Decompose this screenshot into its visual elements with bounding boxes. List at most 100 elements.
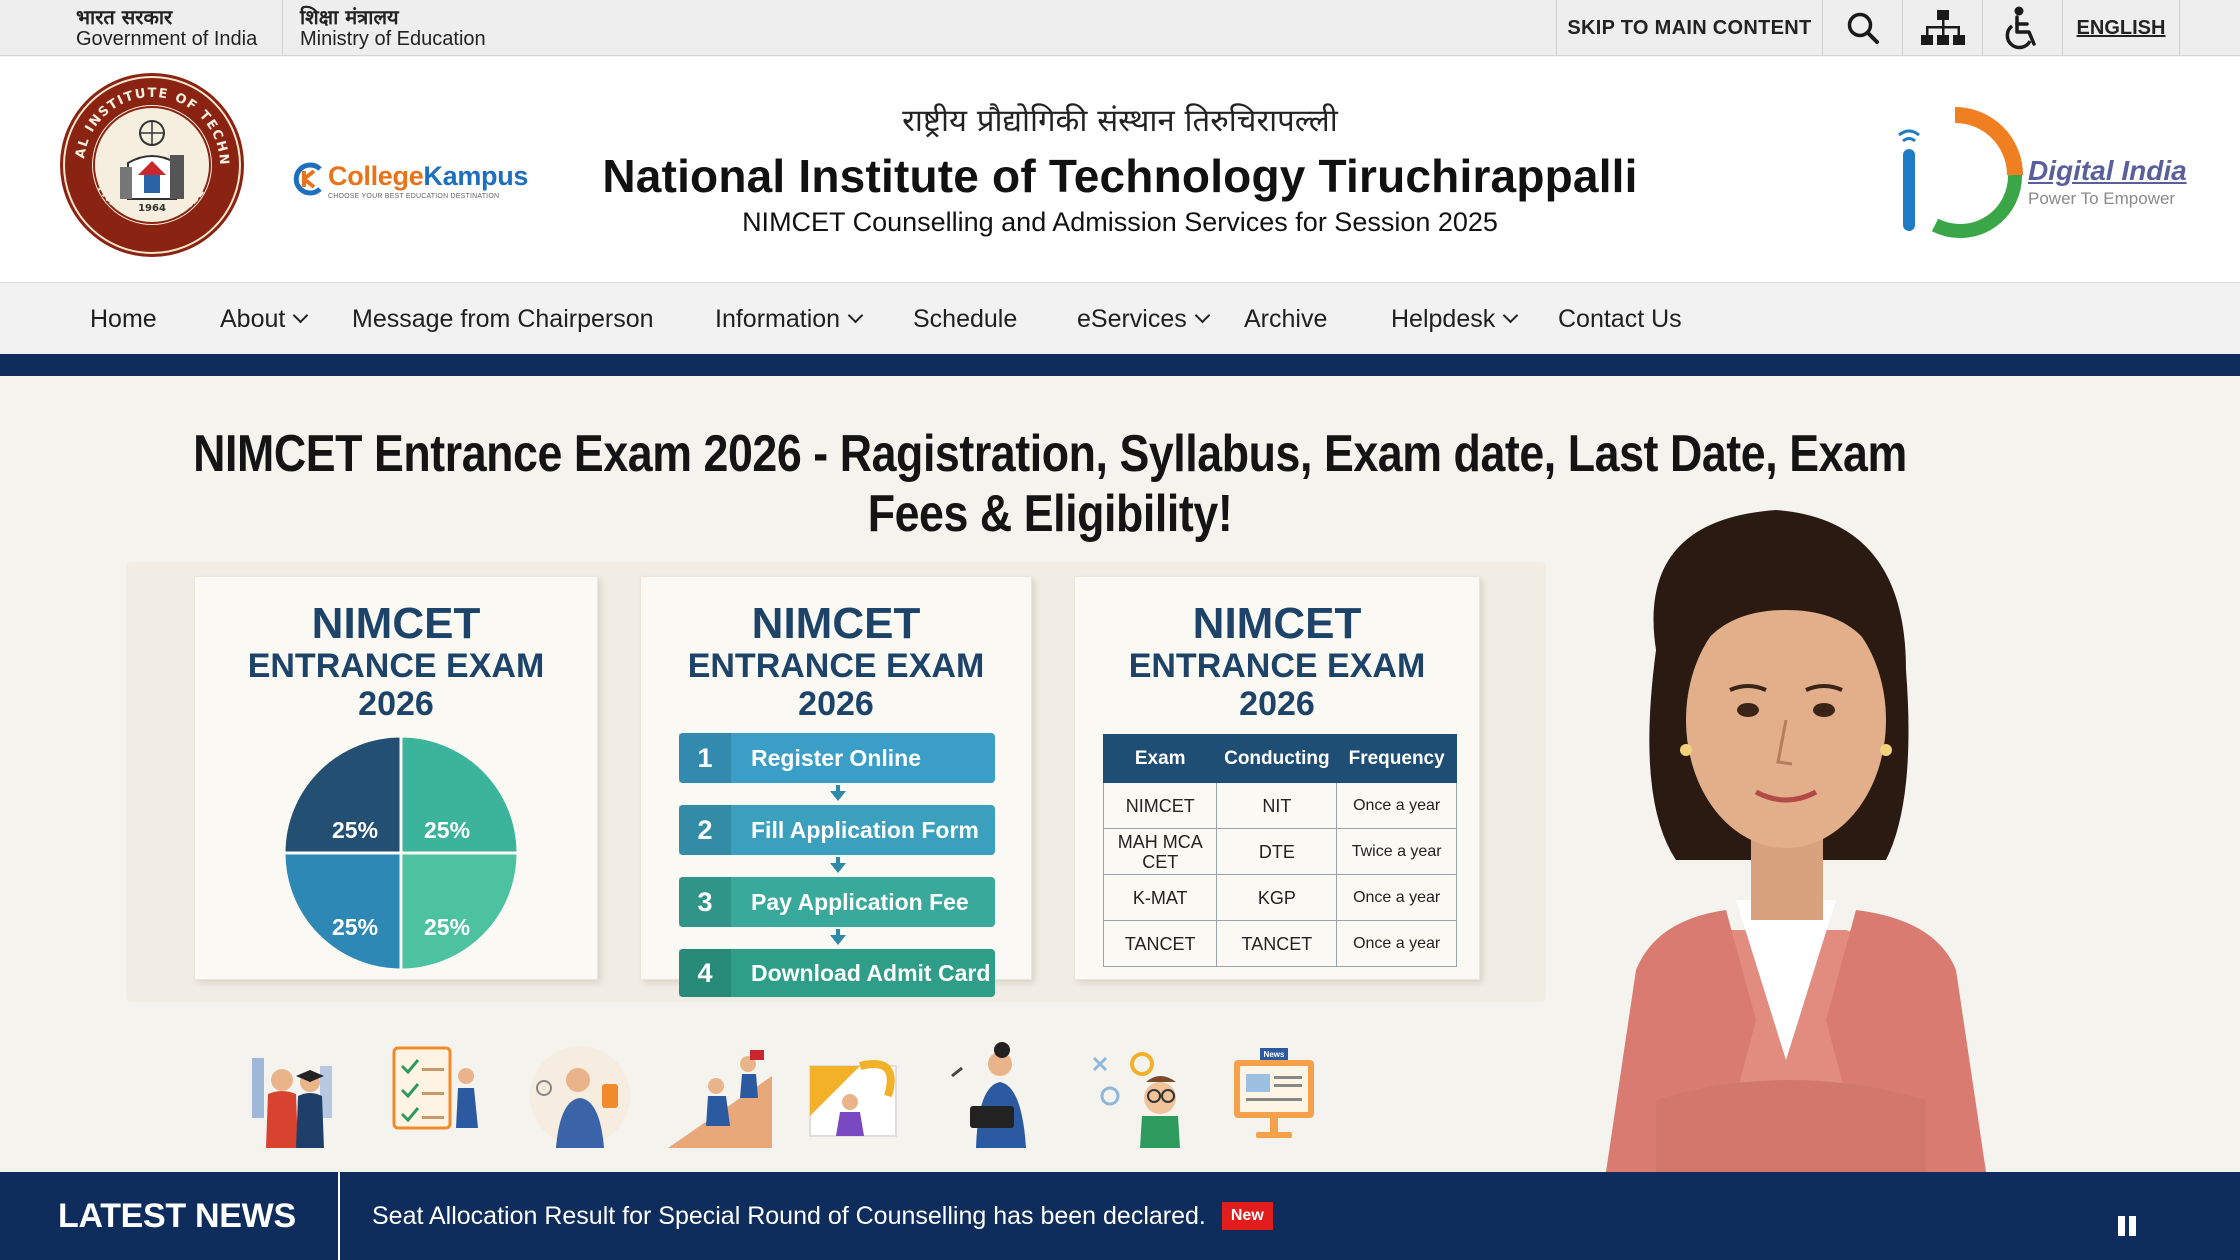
- nav-contact-us[interactable]: Contact Us: [1558, 283, 1682, 355]
- pie-label: 25%: [424, 914, 471, 940]
- digital-india-mark-icon: [1898, 107, 2023, 238]
- search-button[interactable]: [1822, 0, 1902, 56]
- nav-home[interactable]: Home: [90, 283, 157, 355]
- accessibility-button[interactable]: [1982, 0, 2062, 56]
- table-cell: Once a year: [1336, 874, 1457, 921]
- pause-ticker-button[interactable]: [2118, 1216, 2138, 1236]
- study-icon: [530, 1046, 630, 1148]
- table-cell: TANCET: [1102, 920, 1218, 967]
- table-cell: Twice a year: [1336, 828, 1457, 875]
- institute-name: National Institute of Technology Tiruchi…: [602, 150, 1638, 202]
- step-register-online: 1 Register Online: [679, 733, 995, 783]
- nav-about[interactable]: About: [220, 283, 309, 355]
- science-icon: [1092, 1052, 1180, 1148]
- skip-label: SKIP TO MAIN CONTENT: [1567, 16, 1812, 39]
- checklist-icon: [392, 1046, 478, 1130]
- new-badge: New: [1221, 1202, 1273, 1230]
- pie-slice-bottom-right: [399, 851, 520, 972]
- table-header: Exam: [1102, 734, 1218, 783]
- pie-label: 25%: [424, 817, 471, 843]
- card-year: 2026: [1239, 685, 1315, 723]
- language-label: ENGLISH: [2076, 16, 2166, 39]
- card-subtitle: ENTRANCE EXAM: [1128, 647, 1426, 685]
- table-cell: TANCET: [1216, 920, 1338, 967]
- growth-icon: [668, 1050, 772, 1148]
- table-cell: Once a year: [1336, 920, 1457, 967]
- nav-helpdesk[interactable]: Helpdesk: [1391, 283, 1519, 355]
- language-selector[interactable]: ENGLISH: [2062, 0, 2180, 56]
- gov-hindi: भारत सरकार: [76, 5, 173, 29]
- accessibility-icon: [2005, 6, 2036, 50]
- institute-name-hindi: राष्ट्रीय प्रौद्योगिकी संस्थान तिरुचिराप…: [902, 103, 1338, 139]
- card-subtitle: ENTRANCE EXAM: [687, 647, 985, 685]
- table-cell: Once a year: [1336, 782, 1457, 829]
- table-header-row: Exam Conducting Frequency: [1102, 734, 1457, 783]
- table-cell: MAH MCA CET: [1102, 828, 1218, 875]
- pause-icon: [2118, 1216, 2125, 1236]
- chevron-down-icon: [1502, 307, 1519, 323]
- collegekampus-name: CollegeKampus: [328, 161, 529, 191]
- ministry-of-education[interactable]: शिक्षा मंत्रालय Ministry of Education: [300, 0, 486, 56]
- digital-india-title: Digital India: [2028, 155, 2187, 186]
- svg-text:News: News: [1264, 1050, 1285, 1059]
- pie-slice-bottom-left: [282, 851, 403, 972]
- pie-label: 25%: [332, 817, 379, 843]
- sitemap-button[interactable]: [1902, 0, 1982, 56]
- skip-to-main-content-link[interactable]: SKIP TO MAIN CONTENT: [1556, 0, 1822, 56]
- card-subtitle: ENTRANCE EXAM: [247, 647, 545, 685]
- nav-archive[interactable]: Archive: [1244, 283, 1327, 355]
- nav-schedule[interactable]: Schedule: [913, 283, 1017, 355]
- search-icon: [1847, 12, 1879, 44]
- step-download-admit-card: 4 Download Admit Card: [679, 949, 995, 997]
- illustration-row: News: [220, 1036, 1370, 1156]
- news-icon: News: [1234, 1048, 1314, 1138]
- session-subtitle: NIMCET Counselling and Admission Service…: [742, 207, 1498, 237]
- table-cell: K-MAT: [1102, 874, 1218, 921]
- gov-top-bar: भारत सरकार Government of India शिक्षा मं…: [0, 0, 2240, 56]
- table-cell: NIMCET: [1102, 782, 1218, 829]
- news-headline: Seat Allocation Result for Special Round…: [372, 1201, 1206, 1230]
- news-ticker-item[interactable]: Seat Allocation Result for Special Round…: [372, 1172, 1273, 1260]
- card-title: NIMCET: [751, 599, 921, 648]
- chevron-down-icon: [1194, 307, 1211, 323]
- table-cell: NIT: [1216, 782, 1338, 829]
- award-icon: [809, 1060, 897, 1137]
- table-row: MAH MCA CET DTE Twice a year: [1102, 828, 1457, 875]
- gov-english: Government of India: [76, 28, 258, 50]
- hero-banner[interactable]: NIMCET Entrance Exam 2026 - Ragistration…: [0, 376, 2240, 1172]
- nav-message-from-chairperson[interactable]: Message from Chairperson: [352, 283, 654, 355]
- ministry-hindi: शिक्षा मंत्रालय: [300, 5, 399, 29]
- step-fill-application-form: 2 Fill Application Form: [679, 805, 995, 855]
- table-header: Conducting: [1216, 734, 1338, 783]
- exam-comparison-card: NIMCET ENTRANCE EXAM 2026 Exam Conductin…: [1074, 576, 1480, 980]
- collegekampus-tagline: CHOOSE YOUR BEST EDUCATION DESTINATION: [328, 193, 500, 200]
- table-cell: KGP: [1216, 874, 1338, 921]
- nit-trichy-logo[interactable]: NATIONAL INSTITUTE OF TECHNOLOGY TIRUCHI…: [58, 71, 246, 259]
- arrow-down-icon: [830, 935, 846, 945]
- table-header: Frequency: [1336, 734, 1457, 783]
- application-steps-card: NIMCET ENTRANCE EXAM 2026 1 Register Onl…: [640, 576, 1032, 997]
- nav-divider-strip: [0, 354, 2240, 376]
- svg-text:1964: 1964: [138, 203, 166, 214]
- site-header: NATIONAL INSTITUTE OF TECHNOLOGY TIRUCHI…: [0, 57, 2240, 282]
- table-row: NIMCET NIT Once a year: [1102, 782, 1457, 829]
- step-pay-application-fee: 3 Pay Application Fee: [679, 877, 995, 927]
- arrow-down-icon: [830, 863, 846, 873]
- divider: [282, 0, 283, 56]
- pie-chart-card: NIMCET ENTRANCE EXAM 2026 25% 25% 25% 25…: [194, 576, 598, 980]
- digital-india-tagline: Power To Empower: [2028, 189, 2176, 208]
- table-row: TANCET TANCET Once a year: [1102, 920, 1457, 967]
- government-of-india[interactable]: भारत सरकार Government of India: [76, 0, 257, 56]
- card-year: 2026: [358, 685, 434, 723]
- pause-icon: [2129, 1216, 2136, 1236]
- card-year: 2026: [798, 685, 874, 723]
- students-icon: [252, 1058, 332, 1148]
- nav-information[interactable]: Information: [715, 283, 864, 355]
- pie-chart: [282, 734, 520, 972]
- latest-news-label: LATEST NEWS: [0, 1172, 340, 1260]
- collegekampus-mark-icon: [293, 162, 322, 196]
- card-title: NIMCET: [311, 599, 481, 648]
- nav-eservices[interactable]: eServices: [1077, 283, 1211, 355]
- digital-india-logo[interactable]: Digital India Power To Empower: [1895, 95, 2195, 245]
- collegekampus-logo[interactable]: CollegeKampus CHOOSE YOUR BEST EDUCATION…: [290, 159, 552, 209]
